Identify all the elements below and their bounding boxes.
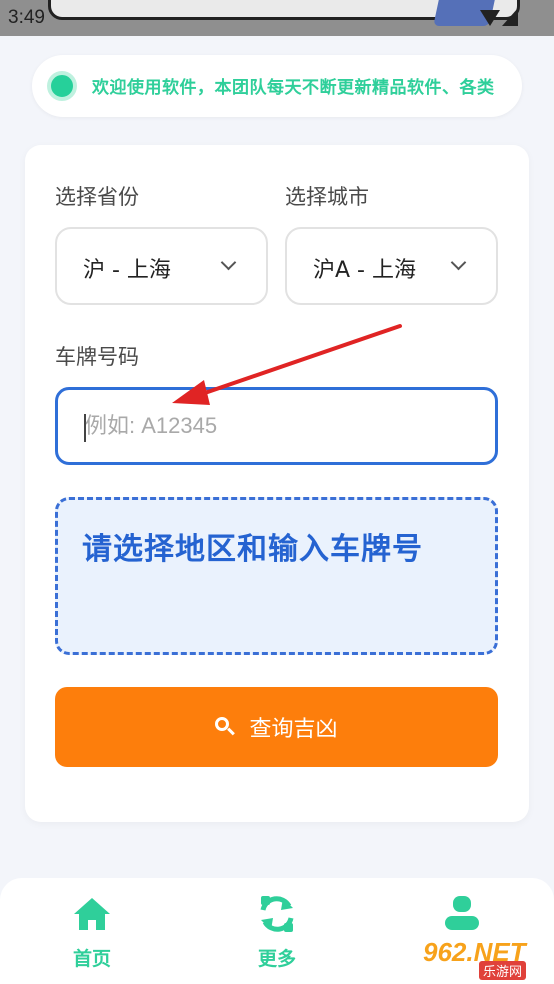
watermark-sub: 乐游网 [479, 961, 527, 980]
notice-text: 欢迎使用软件，本团队每天不断更新精品软件、各类 [92, 78, 495, 98]
query-button-label: 查询吉凶 [249, 716, 338, 741]
query-button[interactable]: 查询吉凶 [55, 687, 498, 767]
result-box: 请选择地区和输入车牌号 [55, 497, 498, 655]
signal-icon [502, 8, 518, 26]
query-card: 选择省份 选择城市 沪 - 上海 沪A - 上海 车牌号码 请选择地区和输入车牌… [25, 145, 529, 822]
chevron-down-icon [450, 254, 467, 271]
status-time: 3:49 [8, 7, 45, 28]
plate-label: 车牌号码 [55, 345, 139, 369]
notice-dot-icon [47, 71, 77, 101]
chevron-down-icon [220, 254, 237, 271]
refresh-icon [260, 896, 294, 932]
plate-number-input[interactable] [85, 390, 485, 462]
site-watermark: 962.NET 乐游网 [415, 935, 550, 981]
nav-label-more: 更多 [257, 948, 296, 970]
user-icon [445, 896, 479, 930]
result-text: 请选择地区和输入车牌号 [82, 532, 423, 567]
status-icons [480, 8, 520, 26]
plate-input-box[interactable] [55, 387, 498, 465]
nav-item-more[interactable]: 更多 [217, 878, 337, 984]
wifi-icon [480, 10, 500, 26]
province-select-value: 沪 - 上海 [83, 258, 171, 283]
city-select-value: 沪A - 上海 [313, 258, 416, 283]
status-bar: 3:49 [0, 0, 554, 36]
nav-label-home: 首页 [72, 948, 111, 970]
province-label: 选择省份 [55, 185, 139, 209]
province-select[interactable]: 沪 - 上海 [55, 227, 268, 305]
notice-banner[interactable]: 欢迎使用软件，本团队每天不断更新精品软件、各类 [32, 55, 522, 117]
city-select[interactable]: 沪A - 上海 [285, 227, 498, 305]
home-icon [74, 898, 110, 930]
city-label: 选择城市 [285, 185, 369, 209]
search-icon [215, 717, 236, 737]
nav-item-home[interactable]: 首页 [32, 878, 152, 984]
